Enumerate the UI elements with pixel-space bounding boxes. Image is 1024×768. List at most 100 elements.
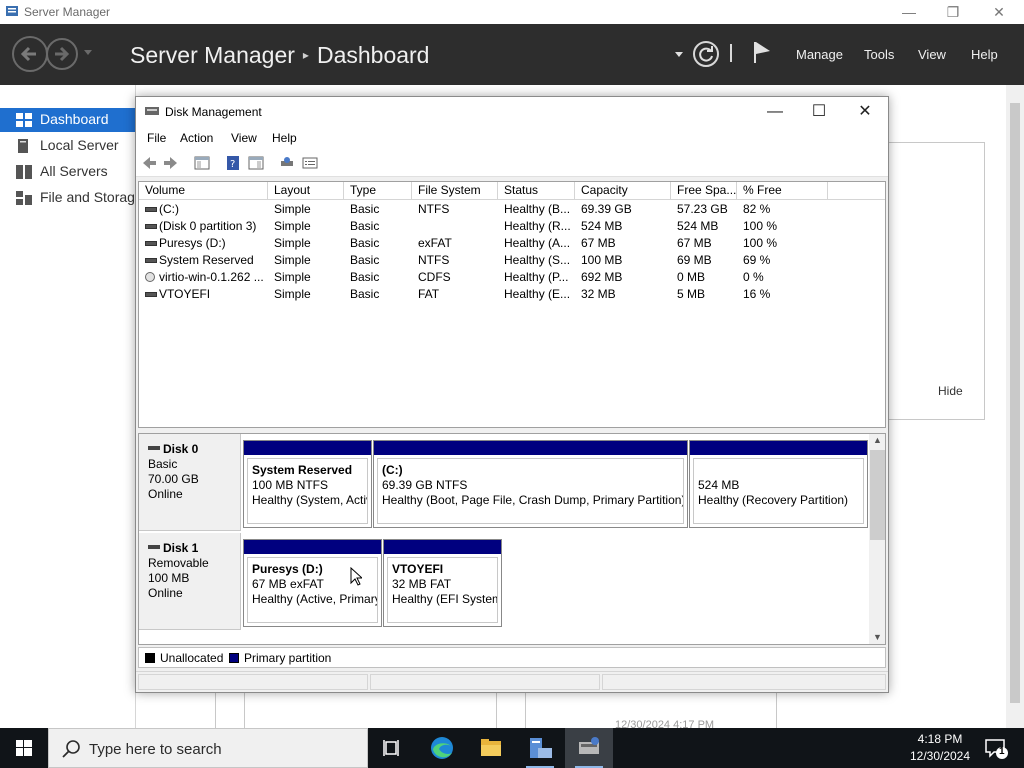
scrollbar-thumb[interactable] [870,450,885,540]
disk-0-label[interactable]: Disk 0 Basic 70.00 GB Online [139,434,241,531]
sidebar-item-file-storage[interactable]: File and Storage Services [0,186,136,210]
refresh-button[interactable] [693,41,719,67]
volume-fs [418,218,498,235]
volume-capacity: 67 MB [581,236,616,250]
volume-type: Basic [350,287,380,301]
task-view-button[interactable] [368,728,416,768]
scroll-up-icon[interactable]: ▲ [873,435,882,445]
taskbar-disk-management[interactable] [565,728,613,768]
disk-1-label[interactable]: Disk 1 Removable 100 MB Online [139,533,241,630]
windows-logo-icon [16,740,32,756]
column-header-volume[interactable]: Volume [139,182,268,200]
sidebar-item-label: All Servers [40,163,108,179]
volume-name: Puresys (D:) [159,236,226,250]
partition-vtoyefi[interactable]: VTOYEFI 32 MB FAT Healthy (EFI System Pa… [383,539,502,627]
volume-layout: Simple [274,236,311,250]
volume-row[interactable]: VTOYEFI Simple Basic FAT Healthy (E... 3… [139,286,885,303]
volume-status: Healthy (A... [504,236,571,250]
server-icon [18,139,28,153]
menu-action[interactable]: Action [180,131,213,145]
breadcrumb-root[interactable]: Server Manager [130,42,295,68]
legend-primary-partition: Primary partition [244,651,332,665]
refresh-dropdown-icon[interactable] [675,52,683,58]
sidebar-item-all-servers[interactable]: All Servers [0,160,136,184]
partition-recovery[interactable]: 524 MB Healthy (Recovery Partition) [689,440,868,528]
volume-row[interactable]: System Reserved Simple Basic NTFS Health… [139,252,885,269]
disk-view-scrollbar[interactable]: ▲ ▼ [869,434,885,644]
hide-link[interactable]: Hide [938,384,963,398]
forward-button[interactable] [46,38,78,70]
start-button[interactable] [0,728,48,768]
volume-row[interactable]: (Disk 0 partition 3) Simple Basic Health… [139,218,885,235]
history-dropdown-icon[interactable] [84,50,92,56]
disk-icon [148,544,160,549]
primary-partition-bar [690,441,867,455]
restore-button[interactable]: ❐ [942,2,964,22]
back-icon[interactable] [141,155,157,171]
menu-view[interactable]: View [231,131,257,145]
tools-menu[interactable]: Tools [864,47,894,62]
sidebar-item-dashboard[interactable]: Dashboard [0,108,136,132]
dialog-minimize-button[interactable]: — [760,101,790,123]
close-button[interactable]: ✕ [988,2,1010,22]
column-header-capacity[interactable]: Capacity [575,182,671,200]
disk-management-taskbar-icon [579,737,599,754]
taskbar-search-box[interactable]: Type here to search [48,728,368,768]
minimize-button[interactable]: — [898,2,920,22]
sidebar-item-local-server[interactable]: Local Server [0,134,136,158]
column-header-free-space[interactable]: Free Spa... [671,182,737,200]
volume-layout: Simple [274,253,311,267]
dialog-close-button[interactable]: ✕ [850,101,880,123]
column-header-percent-free[interactable]: % Free [737,182,828,200]
volume-capacity: 100 MB [581,253,623,267]
notifications-flag-icon[interactable] [752,40,772,64]
volume-type: Basic [350,236,380,250]
volume-list: Volume Layout Type File System Status Ca… [138,181,886,428]
volume-percent-free: 100 % [743,236,778,250]
view-menu[interactable]: View [918,47,946,62]
disk-icon [148,445,160,450]
taskbar-file-explorer[interactable] [467,728,515,768]
show-hide-action-pane-icon[interactable] [248,155,264,171]
volume-row[interactable]: virtio-win-0.1.262 ... Simple Basic CDFS… [139,269,885,286]
taskbar-server-manager[interactable] [516,728,564,768]
drive-icon [145,258,157,263]
disk-state: Online [148,487,183,501]
menu-file[interactable]: File [147,131,166,145]
disk-kind: Basic [148,457,178,471]
header-divider [730,44,732,62]
show-hide-console-tree-icon[interactable] [194,155,210,171]
column-header-layout[interactable]: Layout [268,182,344,200]
partition-status: Healthy (Recovery Partition) [698,493,849,507]
volume-row[interactable]: Puresys (D:) Simple Basic exFAT Healthy … [139,235,885,252]
menu-help[interactable]: Help [272,131,297,145]
partition-c-drive[interactable]: (C:) 69.39 GB NTFS Healthy (Boot, Page F… [373,440,688,528]
system-clock[interactable]: 4:18 PM 12/30/2024 [905,731,975,765]
search-placeholder: Type here to search [89,741,222,758]
column-header-file-system[interactable]: File System [412,182,498,200]
manage-menu[interactable]: Manage [796,47,843,62]
disk-management-titlebar: Disk Management — ☐ ✕ [136,97,888,127]
disk-kind: Removable [148,556,209,570]
volume-status: Healthy (P... [504,270,569,284]
volume-row[interactable]: (C:) Simple Basic NTFS Healthy (B... 69.… [139,201,885,218]
notification-center-button[interactable]: 1 [976,728,1024,768]
back-button[interactable] [12,36,48,72]
volume-name: virtio-win-0.1.262 ... [159,270,264,284]
dashboard-scrollbar[interactable] [1006,85,1024,728]
taskbar-edge[interactable] [418,728,466,768]
dialog-maximize-button[interactable]: ☐ [804,101,834,123]
file-explorer-icon [481,739,501,756]
connect-disk-icon[interactable] [279,155,295,171]
servers-icon [16,165,32,179]
scrollbar-thumb[interactable] [1010,103,1020,703]
column-header-status[interactable]: Status [498,182,575,200]
properties-icon[interactable] [302,155,318,171]
forward-icon[interactable] [163,155,179,171]
help-menu[interactable]: Help [971,47,998,62]
column-header-type[interactable]: Type [344,182,412,200]
partition-system-reserved[interactable]: System Reserved 100 MB NTFS Healthy (Sys… [243,440,372,528]
help-book-icon[interactable]: ? [225,155,241,171]
clock-date: 12/30/2024 [909,749,971,763]
scroll-down-icon[interactable]: ▼ [873,632,882,642]
